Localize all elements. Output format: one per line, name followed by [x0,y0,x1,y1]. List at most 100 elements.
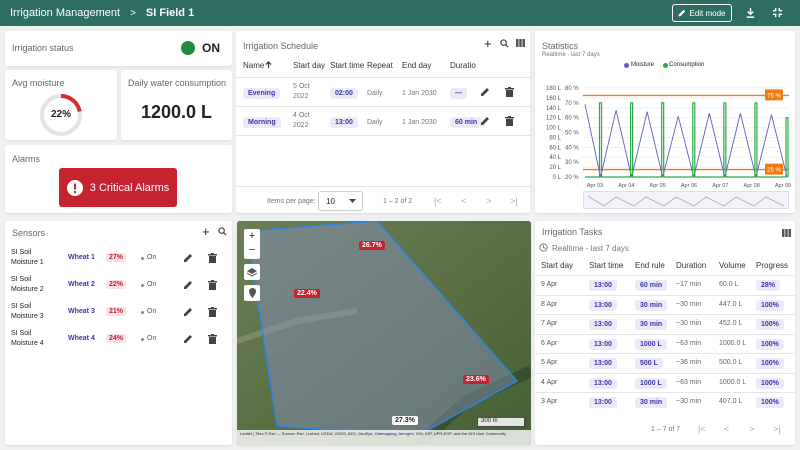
col-start-day[interactable]: Start day [541,261,573,270]
first-page-icon[interactable]: |< [698,424,706,434]
sensor-value: 21% [106,307,127,316]
add-icon[interactable]: + [484,36,492,51]
breadcrumb-field: SI Field 1 [145,7,195,19]
zone-label: 23.6% [463,375,489,384]
task-duration: ~63 min [676,378,702,386]
map-attribution: Leaflet | Tiles © Esri — Source: Esri, i… [237,430,531,445]
sensor-row[interactable]: SI Soil Moisture 2 Wheat 2 22% On [5,272,232,299]
col-name[interactable]: Name [243,61,264,70]
task-rule: 60 min [635,280,668,291]
col-progress[interactable]: Progress [756,261,788,270]
field-map[interactable]: + − 26.7% 22.4% 23.6% 27.3% 300 m Leafle… [237,221,531,445]
items-per-page-value: 10 [326,197,335,206]
arrow-up-icon[interactable] [265,61,272,69]
delete-icon[interactable] [208,307,217,317]
critical-alarms-button[interactable]: 3 Critical Alarms [59,168,177,207]
avg-moisture-card: Avg moisture 22% [5,70,117,140]
col-duration[interactable]: Duration [676,261,706,270]
tasks-range: 1 – 7 of 7 [651,426,681,433]
sensor-state: On [147,254,157,261]
sensor-row[interactable]: SI Soil Moisture 1 Wheat 1 27% On [5,245,232,272]
fullscreen-icon[interactable] [770,5,784,19]
col-repeat[interactable]: Repeat [367,61,393,70]
alert-icon [66,179,83,196]
y-tick-label: 160 L [546,96,562,102]
breadcrumb-app[interactable]: Irrigation Management [10,7,120,19]
x-tick-label: Apr 04 [618,183,634,189]
x-tick-label: Apr 03 [587,183,603,189]
col-duration[interactable]: Duratio [450,61,476,70]
col-start-day[interactable]: Start day [293,61,325,70]
col-volume[interactable]: Volume [719,261,746,270]
table-row[interactable]: Morning 4 Oct 2022 13:00 Daily 1 Jan 203… [236,107,530,135]
edit-mode-button[interactable]: Edit mode [672,4,732,22]
task-row[interactable]: 8 Apr 13:00 30 min ~30 min 447.0 L 100% [535,294,795,314]
columns-icon[interactable] [516,39,525,47]
col-end-day[interactable]: End day [402,61,431,70]
first-page-icon[interactable]: |< [434,196,442,206]
y2-tick-label: 70 % [565,101,579,107]
prev-page-icon[interactable]: < [461,196,466,206]
delete-icon[interactable] [208,253,217,263]
tasks-subtitle: Realtime - last 7 days [552,244,629,253]
sensor-row[interactable]: SI Soil Moisture 3 Wheat 3 21% On [5,299,232,326]
delete-icon[interactable] [208,334,217,344]
sensor-state-dot [141,311,144,314]
col-end-rule[interactable]: End rule [635,261,665,270]
task-day: 6 Apr [541,339,558,347]
search-icon[interactable] [218,227,227,236]
schedule-end-day: 1 Jan 2030 [402,119,437,126]
task-row[interactable]: 5 Apr 13:00 500 L ~36 min 500.0 L 100% [535,353,795,372]
task-time: 13:00 [589,319,617,330]
threshold-label: 25 % [767,168,781,174]
delete-icon[interactable] [208,280,217,290]
delete-icon[interactable] [505,116,514,126]
layers-icon[interactable] [244,264,260,280]
task-row[interactable]: 6 Apr 13:00 1000 L ~63 min 1000.0 L 100% [535,333,795,353]
sensor-name: SI Soil Moisture 4 [11,330,44,347]
next-page-icon[interactable]: > [486,196,491,206]
delete-icon[interactable] [505,87,514,97]
sensors-card: Sensors + SI Soil Moisture 1 Wheat 1 27% On… [5,221,232,445]
task-row[interactable]: 3 Apr 13:00 30 min ~30 min 407.0 L 100% [535,392,795,411]
sensor-crop: Wheat 1 [68,254,95,261]
sensor-row[interactable]: SI Soil Moisture 4 Wheat 4 24% On [5,326,232,353]
threshold-label: 75 % [767,93,781,99]
y-tick-label: 0 L [553,175,562,181]
critical-alarms-label: 3 Critical Alarms [89,181,170,194]
task-duration: ~17 min [676,281,702,288]
edit-icon[interactable] [183,307,193,317]
prev-page-icon[interactable]: < [724,424,729,434]
task-volume: 500.0 L [719,359,743,366]
task-row[interactable]: 4 Apr 13:00 1000 L ~63 min 1000.0 L 100% [535,372,795,392]
location-icon[interactable] [244,285,260,301]
add-sensor-icon[interactable]: + [202,224,210,239]
schedule-title: Irrigation Schedule [243,41,319,51]
edit-icon[interactable] [183,253,193,263]
zoom-out-button[interactable]: − [244,243,260,257]
chart-range-slider[interactable] [583,191,789,209]
col-start-time[interactable]: Start time [330,61,364,70]
task-row[interactable]: 9 Apr 13:00 60 min ~17 min 60.0 L 28% [535,275,795,294]
search-icon[interactable] [500,39,509,48]
zoom-in-button[interactable]: + [244,229,260,243]
daily-consumption-title: Daily water consumption [128,78,227,88]
schedule-repeat: Daily [367,90,383,97]
edit-icon[interactable] [480,116,490,126]
table-row[interactable]: Evening 5 Oct 2022 02:00 Daily 1 Jan 203… [236,78,530,106]
status-dot [181,41,195,55]
items-per-page-select[interactable]: 10 [318,191,363,211]
col-start-time[interactable]: Start time [589,261,623,270]
edit-mode-label: Edit mode [689,8,726,18]
edit-icon[interactable] [183,334,193,344]
task-day: 4 Apr [541,378,558,386]
edit-icon[interactable] [480,87,490,97]
download-icon[interactable] [743,5,757,19]
task-row[interactable]: 7 Apr 13:00 30 min ~30 min 452.0 L 100% [535,314,795,333]
edit-icon[interactable] [183,280,193,290]
y2-tick-label: 50 % [565,131,579,137]
columns-icon[interactable] [782,229,791,237]
last-page-icon[interactable]: >| [510,196,518,206]
last-page-icon[interactable]: >| [773,424,781,434]
next-page-icon[interactable]: > [749,424,754,434]
